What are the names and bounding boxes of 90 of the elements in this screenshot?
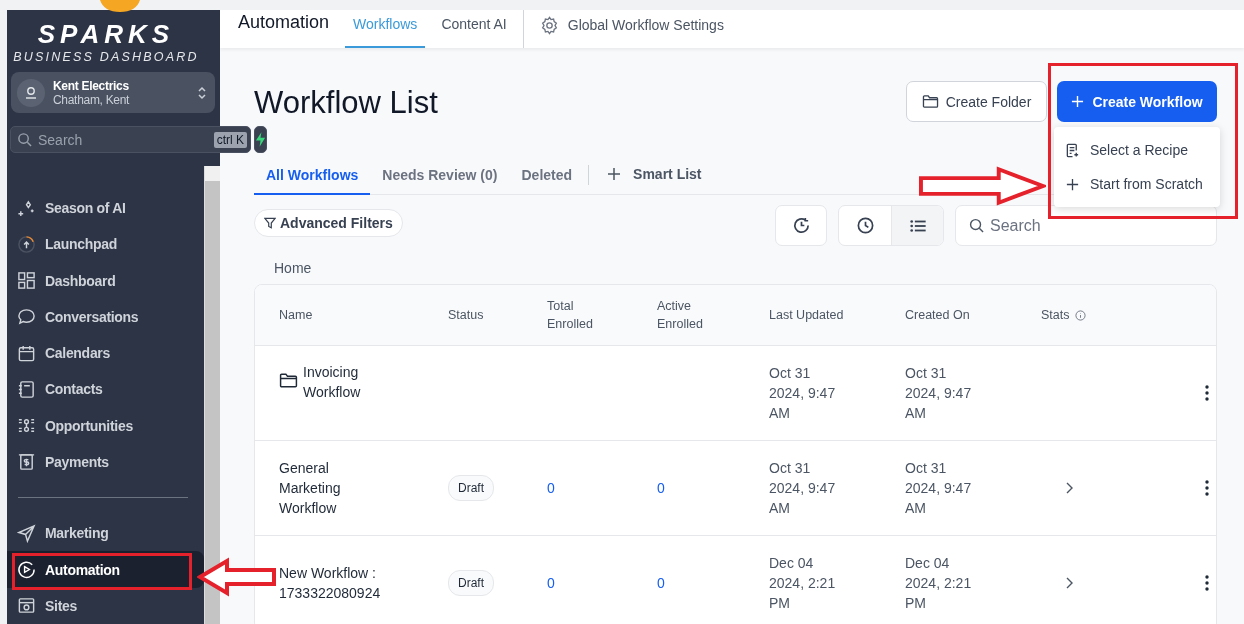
plus-icon: [1065, 176, 1080, 192]
document-plus-icon: [1065, 142, 1080, 158]
smart-list-button[interactable]: Smart List: [597, 154, 712, 194]
enrolled-count[interactable]: 0: [547, 480, 555, 496]
column-header: Status: [448, 308, 484, 322]
date-cell-text: Oct 31 2024, 9:47 AM: [769, 459, 837, 518]
sidebar-item[interactable]: Contacts: [7, 371, 205, 408]
search-icon: [17, 132, 32, 147]
date-cell-text: Oct 31 2024, 9:47 AM: [769, 364, 837, 423]
account-switcher[interactable]: Kent Electrics Chatham, Kent: [11, 72, 215, 113]
section-title: Automation: [238, 11, 330, 33]
date-cell-text: Dec 04 2024, 2:21 PM: [905, 554, 973, 613]
page-title: Workflow List: [254, 85, 438, 121]
list-view-button[interactable]: [891, 206, 943, 245]
folder-name[interactable]: Invoicing Workflow: [303, 362, 383, 402]
sidebar-item[interactable]: Dashboard: [7, 262, 205, 299]
column-header: Total Enrolled: [547, 298, 594, 333]
settings-icon: [539, 15, 559, 35]
more-icon[interactable]: [1205, 480, 1209, 496]
brand-tagline: BUSINESS DASHBOARD: [12, 50, 200, 64]
info-icon: [1074, 309, 1086, 321]
sidebar-item[interactable]: Calendars: [7, 335, 205, 372]
search-input[interactable]: Search: [988, 215, 1203, 236]
shortcut-hint: ctrl K: [213, 131, 247, 148]
column-header: Name: [279, 308, 313, 322]
sidebar-item[interactable]: Opportunities: [7, 407, 205, 444]
lightning-icon: [255, 132, 266, 147]
search-input[interactable]: Search: [36, 130, 210, 149]
header-tab[interactable]: Content AI: [433, 10, 515, 48]
paper-plane-icon: [17, 523, 36, 543]
list-tab[interactable]: All Workflows: [254, 156, 371, 195]
enrolled-count[interactable]: 0: [657, 575, 665, 591]
filter-icon: [264, 216, 276, 229]
sidebar-item[interactable]: Conversations: [7, 298, 205, 336]
play-circle-icon: [17, 560, 36, 579]
website-icon: [17, 596, 36, 616]
dashboard-icon: [17, 271, 36, 291]
sidebar-item[interactable]: Season of AI: [7, 190, 205, 227]
payment-icon: [17, 452, 36, 472]
quick-action-button[interactable]: [254, 126, 267, 153]
plus-icon: [607, 167, 622, 181]
history-icon: [791, 216, 811, 235]
create-folder-button[interactable]: Create Folder: [906, 81, 1047, 122]
plus-icon: [1071, 95, 1085, 108]
location-icon: [17, 78, 45, 107]
list-tab[interactable]: Needs Review (0): [370, 156, 510, 195]
calendar-icon: [17, 343, 36, 363]
workflow-name[interactable]: General Marketing Workflow: [279, 458, 389, 518]
sidebar-item[interactable]: Sites: [7, 587, 205, 624]
sparkle-icon: [17, 198, 36, 218]
column-header: Active Enrolled: [657, 298, 704, 333]
folder-icon: [279, 372, 298, 389]
arrow-icon: [918, 166, 1046, 206]
create-workflow-button[interactable]: Create Workflow: [1057, 81, 1217, 122]
sidebar-item[interactable]: Marketing: [7, 515, 205, 552]
column-header: Created On: [905, 308, 970, 322]
status-badge: Draft: [448, 570, 494, 596]
status-badge: Draft: [448, 475, 494, 501]
search-field[interactable]: Search ctrl K: [10, 126, 251, 153]
brand-name: SPARKS: [36, 20, 176, 48]
list-tab[interactable]: Deleted: [509, 156, 585, 195]
sidebar-item[interactable]: Payments: [7, 443, 205, 481]
search-field[interactable]: Search: [955, 205, 1217, 246]
chevron-right-icon[interactable]: [1065, 482, 1073, 494]
history-button[interactable]: [775, 205, 827, 246]
chevron-right-icon[interactable]: [1065, 577, 1073, 589]
menu-item[interactable]: Start from Scratch: [1054, 167, 1220, 201]
sidebar-item[interactable]: Launchpad: [7, 226, 205, 263]
column-header: Last Updated: [769, 308, 844, 322]
contacts-icon: [17, 379, 36, 399]
column-header: Stats: [1041, 308, 1070, 322]
date-cell-text: Oct 31 2024, 9:47 AM: [905, 459, 973, 518]
breadcrumb[interactable]: Home: [274, 260, 312, 276]
date-cell-text: Dec 04 2024, 2:21 PM: [769, 554, 837, 613]
scrollbar[interactable]: [204, 166, 220, 624]
enrolled-count[interactable]: 0: [657, 480, 665, 496]
more-icon[interactable]: [1205, 575, 1209, 591]
menu-item[interactable]: Select a Recipe: [1054, 133, 1220, 167]
chevron-updown-icon: [197, 84, 207, 101]
chat-icon: [17, 307, 36, 327]
settings-link[interactable]: Global Workflow Settings: [531, 10, 732, 48]
workflow-name[interactable]: New Workflow : 1733322080924: [279, 563, 389, 603]
clock-icon: [855, 216, 875, 235]
advanced-filters-button[interactable]: Advanced Filters: [254, 208, 403, 237]
enrolled-count[interactable]: 0: [547, 575, 555, 591]
more-icon[interactable]: [1205, 385, 1209, 401]
folder-icon: [921, 94, 939, 109]
search-icon: [969, 218, 984, 233]
logo-icon: [100, 0, 140, 12]
date-cell-text: Oct 31 2024, 9:47 AM: [905, 364, 973, 423]
